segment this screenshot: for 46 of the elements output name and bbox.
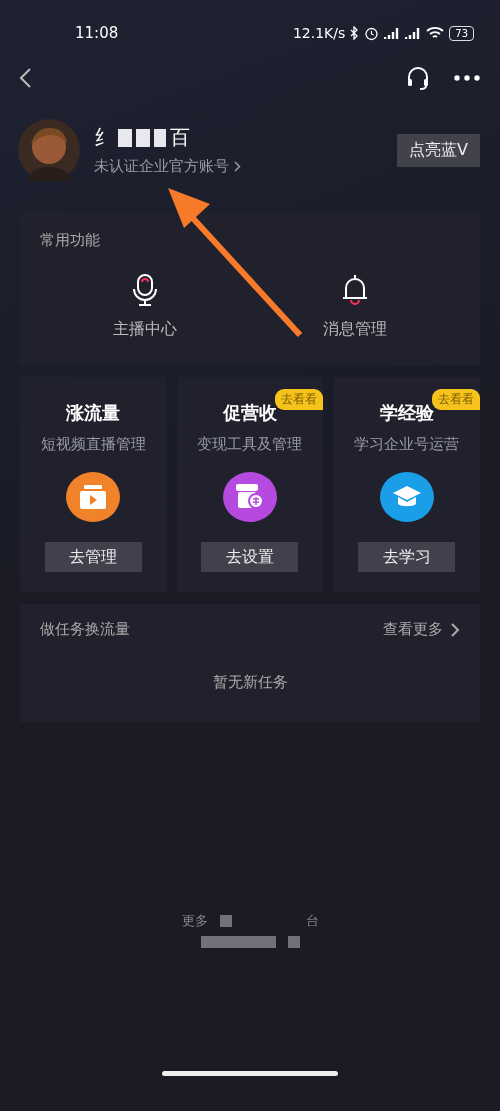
network-speed: 12.1K/s: [292, 25, 346, 41]
redaction-block: [219, 915, 232, 927]
action-button[interactable]: 去学习: [358, 542, 456, 572]
verification-link[interactable]: 未认证企业官方账号: [94, 157, 229, 176]
status-time: 11:08: [75, 24, 119, 42]
more-icon[interactable]: [454, 75, 480, 81]
card-subtitle: 学习企业号运营: [354, 435, 460, 454]
empty-message: 暂无新任务: [212, 673, 288, 691]
bluetooth-icon: [350, 26, 360, 40]
card-subtitle: 变现工具及管理: [197, 435, 303, 454]
signal-icon: [384, 26, 401, 40]
account-name: 纟: [94, 124, 114, 151]
footer-text: 更多: [181, 912, 208, 930]
function-item[interactable]: 主播中心: [40, 272, 250, 341]
battery-level: 73: [449, 25, 474, 41]
chevron-icon: [451, 622, 460, 637]
wifi-icon: [426, 26, 445, 40]
microphone-icon: [132, 273, 158, 307]
card-title: 学经验: [379, 401, 434, 425]
redaction-block: [287, 936, 300, 948]
shop-icon: [236, 484, 264, 511]
action-button[interactable]: 去设置: [201, 542, 299, 572]
avatar: [18, 119, 80, 181]
see-more-link[interactable]: 查看更多: [383, 620, 460, 639]
chevron-icon: [234, 161, 241, 172]
tag[interactable]: 去看看: [275, 389, 324, 410]
footer-text: 台: [305, 912, 319, 930]
card-subtitle: 短视频直播管理: [40, 435, 146, 454]
card-title: 促营收: [223, 401, 277, 425]
action-button[interactable]: 去管理: [44, 542, 142, 572]
redaction-block: [136, 128, 150, 147]
signal-icon: [405, 26, 422, 40]
section-title: 常用功能: [40, 231, 100, 249]
card-title: 涨流量: [66, 401, 121, 425]
headset-icon[interactable]: [406, 65, 430, 91]
alarm-icon: [364, 25, 380, 41]
video-icon: [80, 485, 107, 510]
function-item[interactable]: 消息管理: [250, 272, 460, 341]
redaction-block: [118, 128, 132, 147]
back-icon[interactable]: [18, 67, 32, 89]
account-name: 百: [170, 124, 190, 151]
redaction-block: [154, 128, 166, 147]
verify-button[interactable]: 点亮蓝V: [397, 133, 480, 167]
tag[interactable]: 去看看: [432, 389, 480, 410]
bell-icon: [341, 273, 369, 307]
section-title: 做任务换流量: [40, 620, 130, 639]
